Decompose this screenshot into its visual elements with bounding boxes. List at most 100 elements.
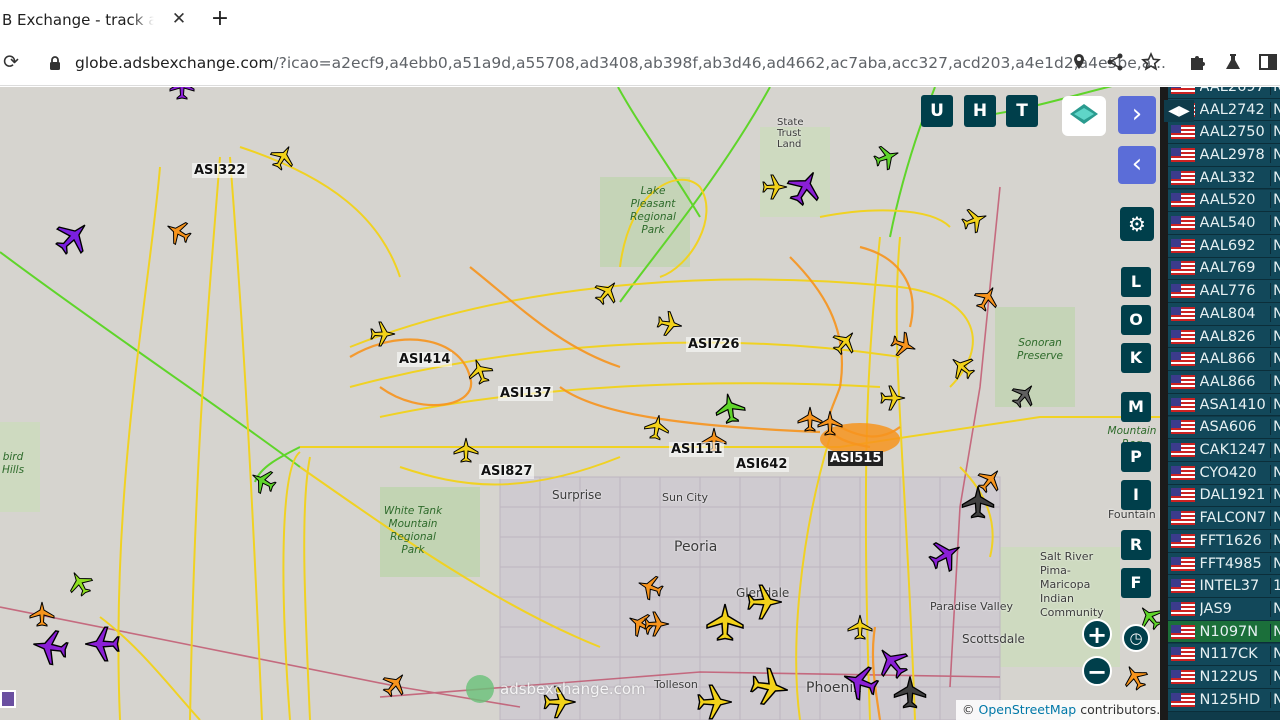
gear-icon[interactable]: ⚙ [1120, 207, 1154, 241]
star-icon[interactable] [1140, 51, 1162, 73]
list-item[interactable]: N122US N [1168, 666, 1280, 689]
new-tab-button[interactable]: + [207, 6, 233, 32]
park-label: White Tank Mountain Regional Park [383, 505, 443, 556]
us-flag-icon [1171, 397, 1195, 412]
list-item[interactable]: AAL866 N [1168, 371, 1280, 394]
aircraft-label[interactable]: ASI642 [734, 457, 790, 472]
list-item[interactable]: N125HD N [1168, 688, 1280, 712]
toggle-k-button[interactable]: K [1121, 343, 1151, 373]
lock-icon[interactable] [47, 55, 63, 71]
list-item[interactable]: AAL692 N [1168, 234, 1280, 258]
chevron-left-icon[interactable]: ‹ [1118, 146, 1156, 184]
toggle-r-button[interactable]: R [1121, 530, 1151, 560]
list-item[interactable]: ASA1410N [1168, 393, 1280, 417]
us-flag-icon [1171, 465, 1195, 480]
browser-tab[interactable]: B Exchange - track ai ✕ [0, 0, 200, 40]
toggle-f-button[interactable]: F [1121, 568, 1151, 598]
toggle-o-button[interactable]: O [1121, 305, 1151, 335]
list-item[interactable]: INTEL37 1 [1168, 575, 1280, 599]
us-flag-icon [1171, 533, 1195, 548]
layers-icon[interactable] [1062, 96, 1106, 136]
url-text: globe.adsbexchange.com/?icao=a2ecf9,a4eb… [75, 54, 1166, 72]
list-item-next-column: N [1270, 373, 1280, 390]
chevron-right-icon[interactable]: › [1118, 96, 1156, 134]
resize-handle-icon[interactable]: ◀▶ [1164, 100, 1194, 122]
list-item[interactable]: AAL776 N [1168, 280, 1280, 303]
list-item[interactable]: FALCON7N [1168, 507, 1280, 530]
aircraft-label[interactable]: ASI726 [686, 337, 742, 352]
list-item-next-column: N [1270, 646, 1280, 663]
toggle-p-button[interactable]: P [1121, 442, 1151, 472]
map-canvas[interactable] [0, 87, 1160, 720]
list-item[interactable]: AAL2750 N [1168, 121, 1280, 145]
us-flag-icon [1171, 420, 1195, 435]
list-item[interactable]: CYO420 N [1168, 461, 1280, 485]
reload-icon[interactable]: ⟳ [0, 50, 22, 74]
toggle-m-button[interactable]: M [1121, 392, 1151, 422]
replay-icon[interactable]: ◷ [1122, 624, 1150, 652]
list-item[interactable]: ASA606 N [1168, 416, 1280, 440]
zoom-in-button[interactable]: + [1082, 619, 1112, 649]
sidepanel-icon[interactable] [1257, 51, 1279, 73]
toggle-i-button[interactable]: I [1121, 480, 1151, 510]
list-item[interactable]: AAL866 N [1168, 348, 1280, 372]
location-icon[interactable] [1068, 51, 1090, 73]
us-flag-icon [1171, 556, 1195, 571]
list-item[interactable]: AAL520 N [1168, 189, 1280, 213]
toggle-u-button[interactable]: U [921, 95, 953, 127]
list-item[interactable]: CAK1247N [1168, 439, 1280, 462]
aircraft-label[interactable]: ASI322 [192, 163, 248, 178]
list-item[interactable]: AAL332 N [1168, 166, 1280, 190]
us-flag-icon [1171, 692, 1195, 707]
aircraft-list[interactable]: AAL2697NAAL2742NAAL2750NAAL2978NAAL332NA… [1160, 87, 1280, 720]
place-label: Sun City [662, 491, 708, 504]
list-item-callsign: CAK1247 [1199, 442, 1266, 459]
list-item[interactable]: DAL1921N [1168, 484, 1280, 508]
list-item-callsign: AAL540 [1199, 215, 1256, 232]
toggle-t-button[interactable]: T [1006, 95, 1038, 127]
list-item[interactable]: FFT4985 N [1168, 552, 1280, 576]
aircraft-label[interactable]: ASI414 [397, 352, 453, 367]
list-item[interactable]: AAL769 N [1168, 257, 1280, 281]
place-label: Glendale [736, 586, 790, 600]
list-item[interactable]: JAS9 N [1168, 598, 1280, 621]
list-item[interactable]: AAL540 N [1168, 212, 1280, 235]
flight-map[interactable]: Surprise Sun City Peoria Glendale Tolles… [0, 87, 1160, 720]
list-item-callsign: AAL332 [1199, 169, 1256, 186]
close-tab-icon[interactable]: ✕ [168, 8, 190, 30]
us-flag-icon [1171, 488, 1195, 503]
list-item[interactable]: N117CK N [1168, 643, 1280, 667]
list-item-next-column: N [1270, 464, 1280, 481]
openstreetmap-link[interactable]: OpenStreetMap [978, 702, 1076, 717]
list-item-next-column: N [1270, 691, 1280, 708]
list-item[interactable]: AAL2978 N [1168, 144, 1280, 167]
aircraft-label[interactable]: ASI111 [669, 442, 725, 457]
aircraft-label[interactable]: ASI137 [498, 386, 554, 401]
list-item[interactable]: AAL826 N [1168, 325, 1280, 349]
share-icon[interactable] [1104, 51, 1126, 73]
list-item[interactable]: FFT1626 N [1168, 530, 1280, 553]
list-item-next-column: N [1270, 260, 1280, 277]
list-item-callsign: N125HD [1199, 691, 1261, 708]
extensions-icon[interactable] [1186, 51, 1208, 73]
list-item[interactable]: AAL2697N [1168, 87, 1280, 99]
list-item-next-column: N [1270, 487, 1280, 504]
list-item-callsign: AAL826 [1199, 328, 1256, 345]
url-host: globe.adsbexchange.com [75, 54, 274, 72]
address-bar[interactable]: globe.adsbexchange.com/?icao=a2ecf9,a4eb… [36, 45, 1178, 81]
list-item[interactable]: N1097N N [1168, 620, 1280, 644]
list-item-callsign: AAL2742 [1199, 101, 1265, 118]
list-divider[interactable] [1160, 87, 1168, 720]
labs-icon[interactable] [1222, 51, 1244, 73]
aircraft-label[interactable]: ASI827 [479, 464, 535, 479]
place-label: Peoria [674, 539, 718, 555]
toggle-l-button[interactable]: L [1121, 267, 1151, 297]
toggle-h-button[interactable]: H [964, 95, 996, 127]
us-flag-icon [1171, 87, 1195, 94]
list-item-next-column: N [1270, 669, 1280, 686]
zoom-out-button[interactable]: − [1082, 656, 1112, 686]
list-item-next-column: N [1270, 283, 1280, 300]
list-item[interactable]: AAL804 N [1168, 303, 1280, 326]
list-item-callsign: ASA1410 [1199, 396, 1266, 413]
aircraft-label[interactable]: ASI515 [828, 451, 884, 466]
